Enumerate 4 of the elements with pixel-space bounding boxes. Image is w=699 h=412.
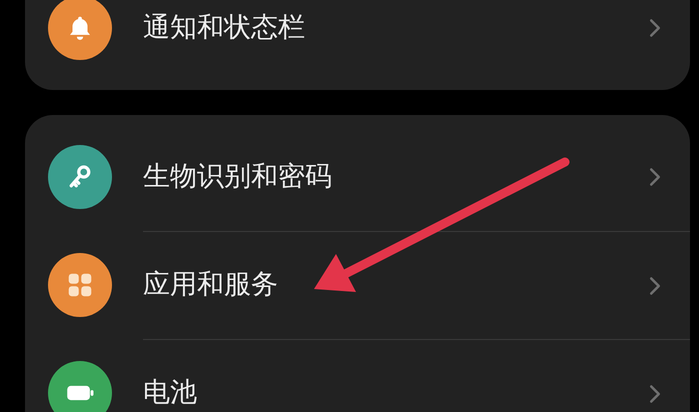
settings-item[interactable]: 通知和状态栏 — [143, 8, 640, 48]
settings-item[interactable]: 生物识别和密码 — [143, 156, 640, 198]
settings-item[interactable]: 电池 — [143, 373, 640, 412]
settings-item[interactable]: 应用和服务 — [143, 265, 640, 306]
